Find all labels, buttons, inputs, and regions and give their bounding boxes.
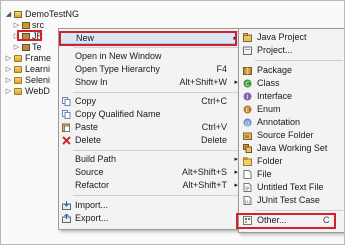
- other-highlight-box: [236, 213, 336, 229]
- menu-separator: [255, 60, 343, 61]
- submenu-item-junit-test-case[interactable]: Ju JUnit Test Case: [239, 194, 344, 207]
- interface-icon: I: [243, 92, 252, 101]
- submenu-item-java-project[interactable]: Java Project: [239, 31, 344, 44]
- submenu-item-source-folder[interactable]: Source Folder: [239, 129, 344, 142]
- menu-item-open-type-hierarchy[interactable]: Open Type Hierarchy F4: [59, 63, 241, 76]
- java-project-icon: [243, 33, 252, 42]
- collapse-arrow-icon[interactable]: ◢: [5, 9, 12, 20]
- library-icon: [22, 44, 30, 51]
- submenu-item-interface[interactable]: I Interface: [239, 90, 344, 103]
- menu-separator: [73, 150, 239, 151]
- source-folder-icon: [243, 132, 252, 140]
- menu-separator: [255, 210, 343, 211]
- import-icon: [62, 201, 71, 210]
- delete-icon: [62, 136, 71, 145]
- text-file-icon: [243, 183, 252, 192]
- expand-arrow-icon[interactable]: ▷: [5, 75, 12, 86]
- menu-item-show-in[interactable]: Show In Alt+Shift+W ▸: [59, 76, 241, 89]
- menu-item-export[interactable]: Export...: [59, 212, 241, 225]
- new-highlight-box: [59, 31, 237, 46]
- menu-item-copy-qualified-name[interactable]: Copy Qualified Name: [59, 108, 241, 121]
- submenu-item-enum[interactable]: E Enum: [239, 103, 344, 116]
- project-icon: [243, 46, 252, 55]
- svg-text:C: C: [245, 81, 249, 88]
- project-icon: [14, 55, 22, 62]
- submenu-item-file[interactable]: File: [239, 168, 344, 181]
- expand-arrow-icon[interactable]: ▷: [13, 42, 20, 53]
- submenu-item-package[interactable]: Package: [239, 64, 344, 77]
- svg-text:@: @: [245, 120, 251, 127]
- package-icon: [243, 67, 252, 75]
- menu-item-paste[interactable]: Paste Ctrl+V: [59, 121, 241, 134]
- submenu-item-untitled-text-file[interactable]: Untitled Text File: [239, 181, 344, 194]
- class-icon: C: [243, 79, 252, 88]
- svg-text:I: I: [247, 94, 249, 101]
- expand-arrow-icon[interactable]: ▷: [5, 53, 12, 64]
- menu-item-source[interactable]: Source Alt+Shift+S ▸: [59, 166, 241, 179]
- folder-icon: [243, 157, 252, 166]
- junit-icon: Ju: [243, 196, 252, 205]
- paste-icon: [62, 123, 70, 132]
- submenu-item-java-working-set[interactable]: Java Working Set: [239, 142, 344, 155]
- src-highlight-box: [17, 30, 42, 41]
- expand-arrow-icon[interactable]: ▷: [5, 86, 12, 97]
- source-folder-icon: [22, 22, 30, 29]
- context-menu: New ▸ Open in New Window Open Type Hiera…: [58, 28, 242, 230]
- expand-arrow-icon[interactable]: ▷: [5, 64, 12, 75]
- copy-icon: [62, 97, 71, 106]
- menu-item-new[interactable]: New ▸: [59, 31, 241, 46]
- enum-icon: E: [243, 105, 252, 114]
- svg-text:E: E: [246, 107, 250, 114]
- project-icon: [14, 66, 22, 73]
- submenu-item-annotation[interactable]: @ Annotation: [239, 116, 344, 129]
- project-icon: [14, 77, 22, 84]
- menu-separator: [73, 92, 239, 93]
- export-icon: [62, 214, 71, 223]
- menu-item-copy[interactable]: Copy Ctrl+C: [59, 95, 241, 108]
- ide-window: ◢ DemoTestNG ▷ src ▷ JR ▷ Te ▷ Frame ▷ L…: [0, 0, 345, 245]
- java-project-icon: [14, 11, 22, 18]
- submenu-item-project[interactable]: Project...: [239, 44, 344, 57]
- menu-item-build-path[interactable]: Build Path ▸: [59, 153, 241, 166]
- menu-separator: [73, 47, 239, 48]
- file-icon: [243, 170, 252, 179]
- menu-item-refactor[interactable]: Refactor Alt+Shift+T ▸: [59, 179, 241, 192]
- working-set-icon: [243, 144, 252, 153]
- submenu-item-class[interactable]: C Class: [239, 77, 344, 90]
- project-icon: [14, 88, 22, 95]
- tree-item-project[interactable]: ◢ DemoTestNG: [5, 9, 85, 20]
- submenu-item-other[interactable]: Other... C: [236, 213, 344, 229]
- new-submenu: Java Project Project... Package C Class …: [236, 28, 344, 233]
- menu-item-import[interactable]: Import...: [59, 199, 241, 212]
- menu-item-open-in-new-window[interactable]: Open in New Window: [59, 50, 241, 63]
- svg-text:Ju: Ju: [244, 200, 250, 206]
- submenu-item-folder[interactable]: Folder: [239, 155, 344, 168]
- copy-icon: [62, 110, 71, 119]
- annotation-icon: @: [243, 118, 252, 127]
- menu-separator: [73, 195, 239, 196]
- menu-item-delete[interactable]: Delete Delete: [59, 134, 241, 147]
